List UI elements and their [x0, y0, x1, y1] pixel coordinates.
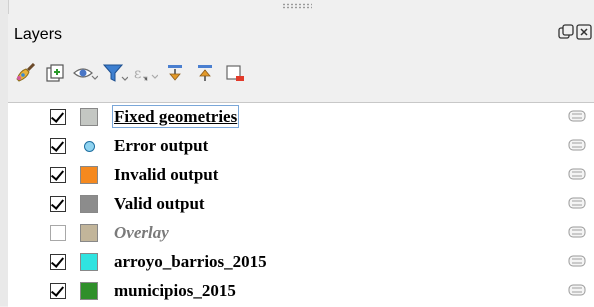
fill-symbol-swatch[interactable]	[80, 108, 98, 126]
layer-indicator-icon[interactable]	[568, 110, 586, 122]
visibility-eye-icon[interactable]	[72, 61, 98, 85]
fill-symbol-swatch[interactable]	[80, 224, 98, 242]
layer-indicator-icon[interactable]	[568, 284, 586, 296]
top-strip	[0, 0, 594, 14]
style-manager-icon[interactable]	[12, 61, 38, 85]
drag-grip-icon[interactable]	[282, 3, 312, 9]
layer-visibility-checkbox[interactable]	[50, 167, 66, 183]
float-panel-icon[interactable]	[558, 24, 574, 40]
layer-visibility-checkbox[interactable]	[50, 109, 66, 125]
layers-toolbar: ε	[12, 60, 252, 86]
layer-indicator-icon[interactable]	[568, 255, 586, 267]
layer-row[interactable]: Error output	[8, 132, 594, 160]
layer-name[interactable]: Overlay	[114, 223, 169, 242]
layers-panel: Layers ε Fixed geometries Error output I…	[8, 14, 594, 307]
remove-layer-icon[interactable]	[222, 61, 248, 85]
layer-visibility-checkbox[interactable]	[50, 196, 66, 212]
add-group-icon[interactable]	[42, 61, 68, 85]
layer-row[interactable]: Overlay	[8, 219, 594, 247]
point-symbol-icon[interactable]	[84, 141, 95, 152]
layer-name[interactable]: Invalid output	[114, 165, 218, 184]
layer-visibility-checkbox[interactable]	[50, 225, 66, 241]
panel-title: Layers	[14, 26, 63, 43]
fill-symbol-swatch[interactable]	[80, 195, 98, 213]
layer-indicator-icon[interactable]	[568, 197, 586, 209]
layer-visibility-checkbox[interactable]	[50, 283, 66, 299]
layer-indicator-icon[interactable]	[568, 226, 586, 238]
filter-legend-icon[interactable]	[102, 61, 128, 85]
layer-name[interactable]: Error output	[114, 136, 208, 155]
layer-visibility-checkbox[interactable]	[50, 254, 66, 270]
layer-row[interactable]: arroyo_barrios_2015	[8, 248, 594, 276]
close-panel-icon[interactable]	[576, 24, 592, 40]
layer-indicator-icon[interactable]	[568, 139, 586, 151]
layer-name[interactable]: arroyo_barrios_2015	[114, 252, 267, 271]
svg-text:ε: ε	[134, 66, 141, 82]
layer-row[interactable]: Valid output	[8, 190, 594, 218]
layer-visibility-checkbox[interactable]	[50, 138, 66, 154]
layer-name[interactable]: Fixed geometries	[111, 105, 240, 128]
fill-symbol-swatch[interactable]	[80, 282, 98, 300]
fill-symbol-swatch[interactable]	[80, 253, 98, 271]
fill-symbol-swatch[interactable]	[80, 166, 98, 184]
expand-all-icon[interactable]	[162, 61, 188, 85]
collapse-all-icon[interactable]	[192, 61, 218, 85]
layer-tree: Fixed geometries Error output Invalid outp…	[8, 102, 594, 307]
layer-row[interactable]: Invalid output	[8, 161, 594, 189]
layer-name[interactable]: municipios_2015	[114, 281, 236, 300]
panel-title-buttons	[558, 24, 594, 44]
layer-row[interactable]: Fixed geometries	[8, 103, 594, 131]
layer-name[interactable]: Valid output	[114, 194, 205, 213]
layer-indicator-icon[interactable]	[568, 168, 586, 180]
filter-expression-icon[interactable]: ε	[132, 61, 158, 85]
layer-row[interactable]: municipios_2015	[8, 277, 594, 305]
